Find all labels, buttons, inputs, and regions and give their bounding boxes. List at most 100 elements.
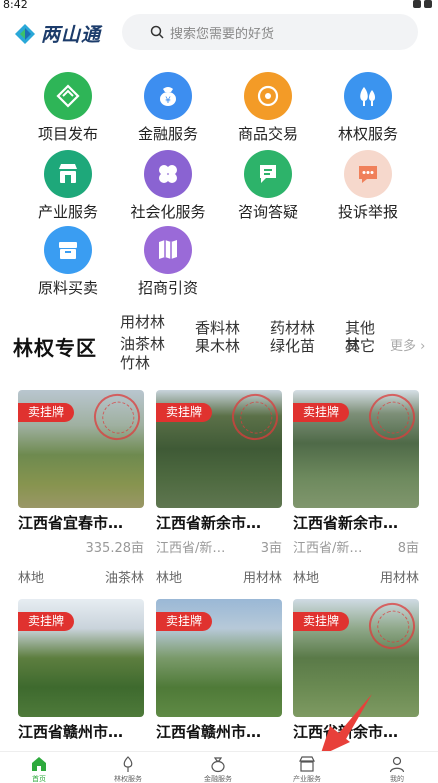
zone-tag[interactable]: 绿化苗 [270,338,315,355]
social-service-icon [144,150,192,198]
trade-icon [244,72,292,120]
category-label: 招商引资 [137,279,198,297]
listing-photo: 卖挂牌 [293,390,419,508]
nav-mine[interactable]: 我的 [367,755,427,783]
listing-card[interactable]: 卖挂牌 江西省宜春市… 335.28亩 林地 油茶林 [18,390,144,587]
category-complaint[interactable]: 投诉举报 [318,150,418,221]
zone-tag[interactable]: 其它 [345,338,375,355]
category-label: 咨询答疑 [237,203,298,221]
listing-photo: 卖挂牌 [156,390,282,508]
project-publish-icon [44,72,92,120]
listing-land-type: 林地 [18,571,45,586]
listing-photo: 卖挂牌 [156,599,282,717]
listing-area: 335.28亩 [85,541,145,556]
listing-badge: 卖挂牌 [156,612,213,631]
shop-icon [299,756,315,772]
search-placeholder: 搜索您需要的好货 [170,26,275,42]
listing-forest-type: 油茶林 [104,571,144,586]
category-label: 原料买卖 [37,279,98,297]
category-investment[interactable]: 招商引资 [118,226,218,297]
listing-card[interactable]: 卖挂牌 江西省赣州市… [18,599,144,742]
sold-stamp-icon [87,390,144,447]
listing-card[interactable]: 卖挂牌 江西省新余市… 江西省/新… 8亩 林地 用材林 [293,390,419,587]
category-label: 投诉举报 [337,203,398,221]
category-label: 产业服务 [37,203,98,221]
finance-icon: ¥ [144,72,192,120]
industry-shop-icon [44,150,92,198]
tree-icon [123,756,133,772]
listing-badge: 卖挂牌 [18,612,75,631]
consult-icon [244,150,292,198]
category-label: 商品交易 [237,125,298,143]
user-icon [389,756,405,773]
signal-icon [413,0,421,8]
nav-label: 我的 [390,775,404,783]
search-bar[interactable]: 搜索您需要的好货 [122,14,418,50]
listing-title: 江西省宜春市… [18,514,124,532]
status-bar: 8:42 [0,0,438,12]
nav-label: 林权服务 [114,775,142,783]
listing-photo: 卖挂牌 [18,390,144,508]
pointer-arrow-icon [320,694,372,756]
zone-tag[interactable]: 用材林 [120,314,165,331]
material-icon [44,226,92,274]
header: 两山通 搜索您需要的好货 [0,12,438,52]
listing-badge: 卖挂牌 [293,403,350,422]
category-social-service[interactable]: 社会化服务 [118,150,218,221]
listing-location: 江西省/新… [156,541,226,556]
investment-icon [144,226,192,274]
zone-title: 林权专区 [13,336,97,360]
listing-title: 江西省赣州市… [156,723,262,741]
category-raw-material[interactable]: 原料买卖 [18,226,118,297]
listing-card[interactable]: 卖挂牌 江西省赣州市… [156,599,282,742]
listing-location: 江西省/新… [293,541,363,556]
forest-icon [344,72,392,120]
app-logo: 两山通 [14,20,101,47]
nav-label: 产业服务 [293,775,321,783]
nav-label: 金融服务 [204,775,232,783]
listing-area: 3亩 [260,541,282,556]
listing-title: 江西省赣州市… [18,723,124,741]
category-consult[interactable]: 咨询答疑 [218,150,318,221]
listing-land-type: 林地 [293,571,320,586]
more-link[interactable]: 更多 › [390,335,425,354]
sold-stamp-icon [362,599,419,656]
zone-tag[interactable]: 香料林 [195,320,240,337]
zone-tag[interactable]: 油茶林 [120,336,165,353]
listing-card[interactable]: 卖挂牌 江西省新余市… 江西省/新… 3亩 林地 用材林 [156,390,282,587]
status-time: 8:42 [3,0,28,11]
search-icon [150,25,164,39]
category-project-publish[interactable]: 项目发布 [18,72,118,143]
listing-photo: 卖挂牌 [18,599,144,717]
home-icon [32,757,46,771]
listing-title: 江西省新余市… [293,514,399,532]
svg-text:¥: ¥ [165,96,171,106]
category-finance[interactable]: ¥ 金融服务 [118,72,218,143]
logo-mark-icon [14,23,36,45]
listing-badge: 卖挂牌 [293,612,350,631]
category-forest-service[interactable]: 林权服务 [318,72,418,143]
listing-badge: 卖挂牌 [156,403,213,422]
zone-tag[interactable]: 竹林 [120,355,150,372]
sold-stamp-icon [225,390,282,447]
listing-forest-type: 用材林 [379,571,419,586]
category-industry[interactable]: 产业服务 [18,150,118,221]
brand-name: 两山通 [41,24,102,46]
battery-icon [424,0,432,8]
listing-title: 江西省新余市… [156,514,262,532]
zone-tag[interactable]: 药材林 [270,320,315,337]
nav-forest-service[interactable]: 林权服务 [98,755,158,783]
listing-badge: 卖挂牌 [18,403,75,422]
bottom-nav: 首页 林权服务 金融服务 产业服务 我的 [0,751,438,783]
complaint-icon [344,150,392,198]
category-label: 社会化服务 [130,203,206,221]
listing-land-type: 林地 [156,571,183,586]
nav-industry[interactable]: 产业服务 [277,755,337,783]
category-trade[interactable]: 商品交易 [218,72,318,143]
money-bag-icon [211,757,225,773]
zone-tag[interactable]: 果木林 [195,338,240,355]
category-label: 林权服务 [337,125,398,143]
nav-finance[interactable]: 金融服务 [188,755,248,783]
chevron-right-icon: › [420,339,426,354]
nav-home[interactable]: 首页 [9,755,69,783]
